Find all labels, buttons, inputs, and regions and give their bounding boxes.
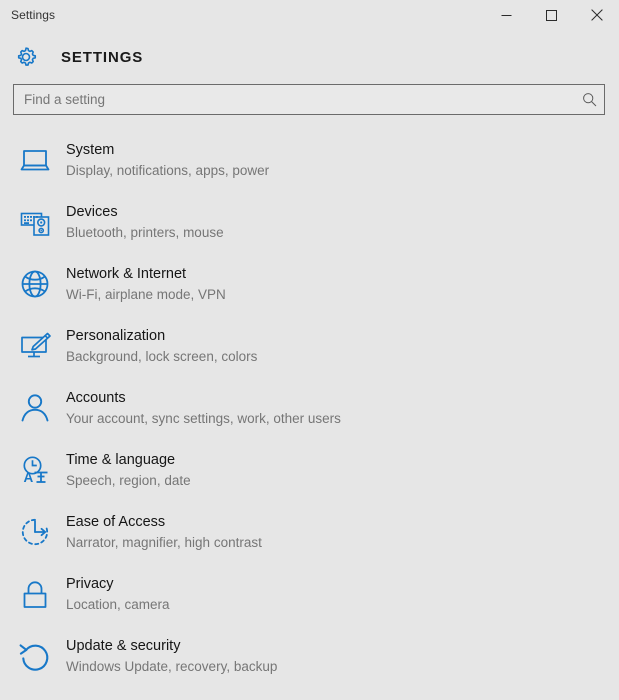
settings-item-subtitle: Wi-Fi, airplane mode, VPN bbox=[66, 286, 226, 302]
settings-item-title: Accounts bbox=[66, 389, 126, 406]
settings-item-text: Time & language Speech, region, date bbox=[66, 450, 191, 491]
page-title: SETTINGS bbox=[61, 48, 144, 66]
settings-item-time-language[interactable]: A Time & language Speech, region, date bbox=[13, 439, 619, 501]
keyboard-mouse-icon bbox=[13, 200, 57, 244]
settings-item-subtitle: Display, notifications, apps, power bbox=[66, 162, 270, 178]
settings-item-title: System bbox=[66, 141, 115, 158]
accessibility-clock-icon bbox=[13, 510, 57, 554]
page-header: SETTINGS bbox=[0, 36, 619, 78]
settings-item-ease-of-access[interactable]: Ease of Access Narrator, magnifier, high… bbox=[13, 501, 619, 563]
window-controls bbox=[484, 0, 619, 30]
settings-item-text: Network & Internet Wi-Fi, airplane mode,… bbox=[66, 264, 226, 305]
settings-item-title: Ease of Access bbox=[66, 513, 166, 530]
settings-item-title: Personalization bbox=[66, 327, 166, 344]
maximize-button[interactable] bbox=[529, 0, 574, 30]
settings-item-text: System Display, notifications, apps, pow… bbox=[66, 140, 269, 181]
settings-item-text: Accounts Your account, sync settings, wo… bbox=[66, 388, 341, 429]
paintbrush-monitor-icon bbox=[13, 324, 57, 368]
settings-list: System Display, notifications, apps, pow… bbox=[0, 129, 619, 687]
laptop-icon bbox=[13, 138, 57, 182]
settings-item-text: Devices Bluetooth, printers, mouse bbox=[66, 202, 224, 243]
close-button[interactable] bbox=[574, 0, 619, 30]
settings-item-subtitle: Background, lock screen, colors bbox=[66, 348, 258, 364]
settings-item-accounts[interactable]: Accounts Your account, sync settings, wo… bbox=[13, 377, 619, 439]
settings-item-subtitle: Narrator, magnifier, high contrast bbox=[66, 534, 262, 550]
search-icon[interactable] bbox=[574, 85, 604, 114]
maximize-icon bbox=[546, 9, 557, 21]
settings-item-text: Ease of Access Narrator, magnifier, high… bbox=[66, 512, 262, 553]
settings-item-subtitle: Speech, region, date bbox=[66, 472, 191, 488]
settings-item-text: Update & security Windows Update, recove… bbox=[66, 636, 277, 677]
settings-item-devices[interactable]: Devices Bluetooth, printers, mouse bbox=[13, 191, 619, 253]
settings-item-personalization[interactable]: Personalization Background, lock screen,… bbox=[13, 315, 619, 377]
minimize-button[interactable] bbox=[484, 0, 529, 30]
settings-item-title: Time & language bbox=[66, 451, 176, 468]
clock-language-icon: A bbox=[13, 448, 57, 492]
close-icon bbox=[590, 9, 603, 21]
settings-item-subtitle: Your account, sync settings, work, other… bbox=[66, 410, 341, 426]
settings-item-subtitle: Windows Update, recovery, backup bbox=[66, 658, 278, 674]
window-title: Settings bbox=[11, 8, 56, 22]
settings-item-title: Update & security bbox=[66, 637, 181, 654]
settings-item-title: Privacy bbox=[66, 575, 114, 592]
settings-item-update-security[interactable]: Update & security Windows Update, recove… bbox=[13, 625, 619, 687]
settings-item-system[interactable]: System Display, notifications, apps, pow… bbox=[13, 129, 619, 191]
settings-item-network[interactable]: Network & Internet Wi-Fi, airplane mode,… bbox=[13, 253, 619, 315]
settings-item-title: Network & Internet bbox=[66, 265, 187, 282]
person-icon bbox=[13, 386, 57, 430]
settings-item-text: Personalization Background, lock screen,… bbox=[66, 326, 257, 367]
refresh-icon bbox=[13, 634, 57, 678]
title-bar: Settings bbox=[0, 0, 619, 30]
gear-icon bbox=[13, 44, 39, 70]
minimize-icon bbox=[501, 14, 512, 16]
lock-icon bbox=[13, 572, 57, 616]
globe-icon bbox=[13, 262, 57, 306]
settings-item-title: Devices bbox=[66, 203, 118, 220]
svg-text:A: A bbox=[24, 470, 34, 485]
settings-item-subtitle: Bluetooth, printers, mouse bbox=[66, 224, 224, 240]
search-box[interactable] bbox=[13, 84, 605, 115]
settings-item-text: Privacy Location, camera bbox=[66, 574, 170, 615]
settings-item-subtitle: Location, camera bbox=[66, 596, 170, 612]
settings-item-privacy[interactable]: Privacy Location, camera bbox=[13, 563, 619, 625]
search-input[interactable] bbox=[14, 85, 574, 114]
